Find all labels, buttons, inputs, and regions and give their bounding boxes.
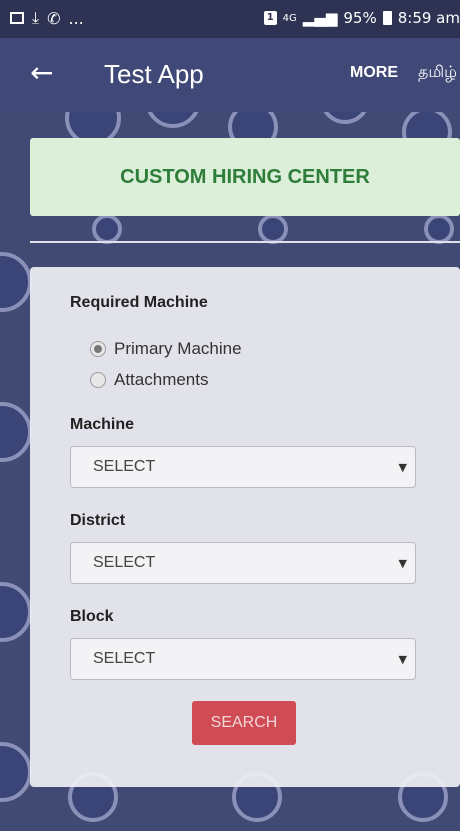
back-arrow-icon[interactable]: ← (30, 58, 60, 90)
machine-label: Machine (70, 416, 135, 433)
radio-attachments[interactable]: Attachments (90, 370, 209, 390)
radio-label: Primary Machine (114, 339, 242, 358)
dropdown-arrow-icon: ▼ (398, 653, 407, 666)
clock: 8:59 am (397, 9, 460, 27)
block-select[interactable]: SELECT ▼ (70, 638, 416, 680)
bubble-decoration (0, 402, 32, 462)
app-title: Test App (104, 59, 204, 89)
phone-icon: ✆ (47, 8, 61, 28)
image-icon (10, 12, 24, 24)
dropdown-arrow-icon: ▼ (398, 557, 407, 570)
district-select[interactable]: SELECT ▼ (70, 542, 416, 584)
district-label: District (70, 512, 126, 529)
search-form-panel: Required Machine Primary Machine Attachm… (30, 267, 460, 787)
machine-select[interactable]: SELECT ▼ (70, 446, 416, 488)
district-select-value: SELECT (93, 554, 156, 571)
block-label: Block (70, 608, 114, 625)
header-card: CUSTOM HIRING CENTER (30, 138, 460, 216)
block-select-value: SELECT (93, 650, 156, 667)
divider (30, 241, 460, 243)
bubble-decoration (424, 214, 454, 244)
app-bar: ← Test App MORE தமிழ் (0, 38, 460, 112)
sim-badge: 1 (263, 11, 277, 25)
status-bar: ⤓ ✆ ... 1 4G ▂▄▆ 95% 8:59 am (0, 0, 460, 38)
bubble-decoration (0, 742, 32, 802)
page-title: CUSTOM HIRING CENTER (120, 165, 370, 188)
radio-button-selected[interactable] (90, 341, 106, 357)
radio-button[interactable] (90, 372, 106, 388)
more-menu-button[interactable]: MORE (350, 64, 398, 82)
machine-select-value: SELECT (93, 458, 156, 475)
dropdown-arrow-icon: ▼ (398, 461, 407, 474)
required-machine-label: Required Machine (70, 294, 208, 311)
battery-percent: 95% (343, 9, 377, 27)
bubble-decoration (0, 252, 32, 312)
download-icon: ⤓ (32, 8, 40, 27)
signal-icon: ▂▄▆ (302, 9, 338, 27)
language-toggle[interactable]: தமிழ் (418, 62, 457, 83)
bubble-decoration (145, 112, 201, 128)
radio-label: Attachments (114, 370, 209, 389)
status-ellipsis: ... (68, 8, 84, 28)
search-button[interactable]: SEARCH (192, 701, 296, 745)
bubble-decoration (258, 214, 288, 244)
bubble-decoration (0, 582, 32, 642)
network-type: 4G (282, 12, 297, 24)
battery-icon (382, 11, 392, 25)
bubble-decoration (92, 214, 122, 244)
radio-primary-machine[interactable]: Primary Machine (90, 339, 242, 359)
bubble-decoration (320, 112, 370, 124)
